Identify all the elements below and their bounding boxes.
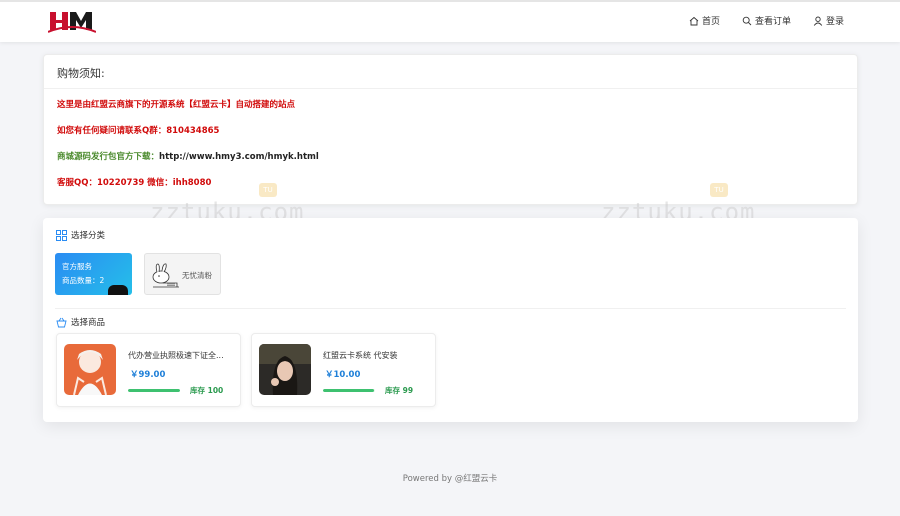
nav-orders-label: 查看订单 — [754, 17, 791, 27]
watermark-badge: TU — [710, 183, 728, 197]
notice-line-qq-group: 如您有任何疑问请联系Q群：810434865 — [57, 126, 220, 136]
site-logo[interactable] — [48, 8, 96, 36]
basket-icon — [56, 317, 67, 327]
category-official-service[interactable]: 官方服务 商品数量：2 — [55, 253, 132, 295]
goods-stock: 库存 99 — [385, 386, 414, 395]
download-link[interactable]: http://www.hmy3.com/hmyk.html — [159, 152, 319, 162]
rabbit-illustration-icon — [152, 263, 179, 288]
download-label: 商城源码发行包官方下载： — [57, 152, 160, 162]
stock-bar-fill — [128, 389, 180, 392]
stock-bar-fill — [323, 389, 375, 392]
product-image — [259, 344, 311, 395]
goods-card[interactable]: 代办营业执照极速下证全... ￥99.00 库存 100 — [56, 333, 241, 407]
stock-bar — [323, 389, 375, 392]
notice-line-download: 商城源码发行包官方下载：http://www.hmy3.com/hmyk.htm… — [57, 150, 319, 162]
footer-powered-by: Powered by @红盟云卡 — [402, 474, 498, 484]
product-image — [64, 344, 116, 395]
category-count: 商品数量：2 — [62, 276, 105, 285]
goods-name: 红盟云卡系统 代安装 — [323, 351, 398, 360]
goods-name: 代办营业执照极速下证全... — [128, 351, 224, 360]
notice-line-contact: 客服QQ：10220739 微信：ihh8080 — [57, 178, 212, 188]
goods-heading: 选择商品 — [56, 316, 105, 328]
goods-price: ￥99.00 — [130, 370, 166, 380]
shop-panel: 选择分类 官方服务 商品数量：2 无忧清粉 选择商品 代办营业执照极速下证全..… — [43, 218, 858, 422]
nav-home-label: 首页 — [701, 17, 720, 27]
watermark-badge: TU — [259, 183, 277, 197]
category-heading-label: 选择分类 — [71, 231, 106, 241]
tiktok-icon — [108, 285, 128, 295]
nav-orders[interactable]: 查看订单 — [742, 14, 791, 27]
goods-heading-label: 选择商品 — [71, 318, 106, 328]
goods-price: ￥10.00 — [325, 370, 361, 380]
category-fan-clean[interactable]: 无忧清粉 — [144, 253, 221, 295]
category-name: 无忧清粉 — [182, 271, 212, 280]
search-icon — [742, 16, 752, 25]
stock-bar — [128, 389, 180, 392]
section-divider — [55, 308, 846, 309]
user-icon — [813, 16, 823, 26]
notice-divider — [44, 88, 857, 89]
notice-title: 购物须知: — [57, 67, 105, 80]
grid-icon — [56, 229, 67, 241]
category-heading: 选择分类 — [56, 229, 105, 241]
nav-login-label: 登录 — [825, 17, 844, 27]
goods-stock: 库存 100 — [190, 386, 224, 395]
nav-login[interactable]: 登录 — [813, 14, 844, 27]
main-nav: 首页 查看订单 登录 — [689, 14, 844, 27]
top-navbar: 首页 查看订单 登录 — [0, 0, 900, 42]
nav-home[interactable]: 首页 — [689, 14, 720, 27]
notice-line-intro: 这里是由红盟云商旗下的开源系统【红盟云卡】自动搭建的站点 — [57, 100, 296, 110]
goods-card[interactable]: 红盟云卡系统 代安装 ￥10.00 库存 99 — [251, 333, 436, 407]
home-icon — [689, 16, 699, 25]
shopping-notice-card: 购物须知: 这里是由红盟云商旗下的开源系统【红盟云卡】自动搭建的站点 如您有任何… — [43, 54, 858, 205]
category-name: 官方服务 — [62, 262, 92, 271]
